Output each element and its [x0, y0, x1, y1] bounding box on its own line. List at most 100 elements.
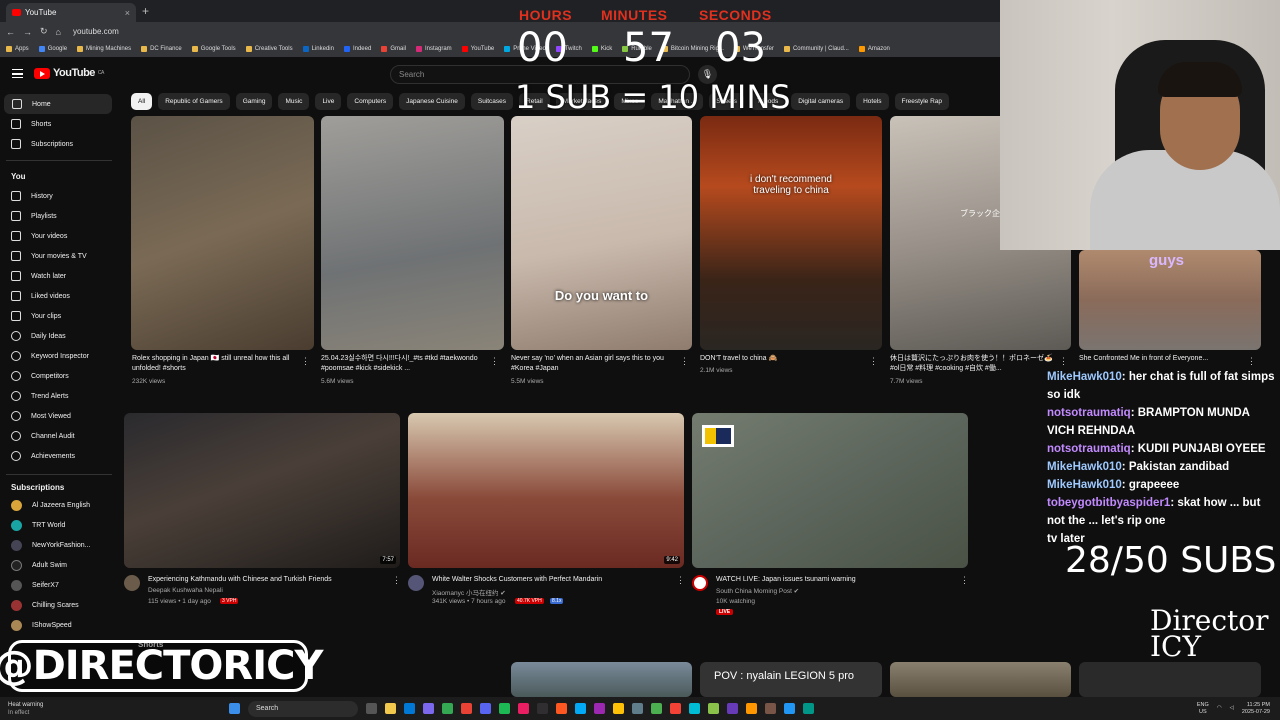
subscriptions-header[interactable]: Subscriptions [11, 483, 64, 492]
chip[interactable]: Freestyle Rap [894, 93, 949, 110]
bookmark[interactable]: Community | Claud... [783, 46, 849, 52]
more-options-icon[interactable]: ⋮ [1059, 356, 1068, 367]
channel-avatar[interactable] [692, 575, 708, 591]
app-icon[interactable] [575, 703, 586, 714]
app-icon[interactable] [765, 703, 776, 714]
bookmark[interactable]: Google [38, 46, 67, 52]
sidebar-sub-channel[interactable]: Chilling Scares [0, 595, 108, 615]
home-icon[interactable]: ⌂ [56, 27, 61, 37]
close-tab-icon[interactable]: × [125, 8, 130, 18]
menu-icon[interactable] [12, 69, 23, 78]
chip[interactable]: Gaming [235, 93, 273, 110]
bookmark[interactable]: Gmail [381, 46, 406, 52]
chip-all[interactable]: All [131, 93, 153, 110]
bookmark[interactable]: Indeed [343, 46, 371, 52]
reload-icon[interactable]: ↻ [40, 26, 48, 37]
forward-icon[interactable]: → [23, 27, 32, 37]
file-explorer-icon[interactable] [385, 703, 396, 714]
sidebar-sub-channel[interactable]: SeiferX7 [0, 575, 108, 595]
sidebar-sub-channel[interactable]: IShowSpeed [0, 615, 108, 635]
short-thumbnail[interactable]: Do you want to [511, 116, 692, 350]
more-options-icon[interactable]: ⋮ [1247, 356, 1256, 367]
more-options-icon[interactable]: ⋮ [869, 356, 878, 367]
app-icon[interactable] [651, 703, 662, 714]
channel-name[interactable]: South China Morning Post ✔ [716, 587, 799, 595]
sidebar-item-home[interactable]: Home [4, 94, 112, 114]
app-icon[interactable] [708, 703, 719, 714]
task-view-icon[interactable] [366, 703, 377, 714]
channel-avatar[interactable] [408, 575, 424, 591]
chip[interactable]: Music [278, 93, 310, 110]
app-icon[interactable] [423, 703, 434, 714]
browser-tab[interactable]: YouTube × [6, 3, 136, 22]
channel-name[interactable]: Deepak Kushwaha Nepali [148, 587, 223, 594]
app-icon[interactable] [803, 703, 814, 714]
more-options-icon[interactable]: ⋮ [392, 575, 401, 586]
short-thumbnail[interactable]: i don't recommend traveling to china [700, 116, 882, 350]
back-icon[interactable]: ← [6, 27, 15, 37]
app-icon[interactable] [784, 703, 795, 714]
sidebar-item-channel-audit[interactable]: Channel Audit [0, 426, 108, 446]
bookmark[interactable]: Instagram [416, 46, 452, 52]
short-thumbnail[interactable] [890, 662, 1071, 697]
new-tab-button[interactable]: + [142, 4, 149, 18]
sidebar-item-movies[interactable]: Your movies & TV [0, 246, 108, 266]
spotify-icon[interactable] [499, 703, 510, 714]
chip[interactable]: Suitcases [470, 93, 514, 110]
bookmark[interactable]: Apps [6, 46, 29, 52]
chip[interactable]: Live [315, 93, 342, 110]
video-thumbnail[interactable]: 7:57 [124, 413, 400, 568]
video-title[interactable]: WATCH LIVE: Japan issues tsunami warning [716, 575, 956, 585]
app-icon[interactable] [670, 703, 681, 714]
bookmark[interactable]: Mining Machines [77, 46, 131, 52]
app-icon[interactable] [594, 703, 605, 714]
edge-icon[interactable] [404, 703, 415, 714]
sidebar-item-daily-ideas[interactable]: Daily Ideas [0, 326, 108, 346]
short-title[interactable]: 休日は贅沢にたっぷりお肉を使う！！ポロネーゼ🍝 #ol日常 #料理 #cooki… [890, 354, 1055, 374]
sidebar-item-achievements[interactable]: Achievements [0, 446, 108, 466]
more-options-icon[interactable]: ⋮ [490, 356, 499, 367]
channel-name[interactable]: Xiaomanyc 小马在纽约 ✔ [432, 587, 506, 597]
sidebar-item-history[interactable]: History [0, 186, 108, 206]
video-thumbnail[interactable] [692, 413, 968, 568]
volume-icon[interactable]: ◁ [1230, 705, 1234, 712]
chip[interactable]: Computers [347, 93, 394, 110]
sidebar-sub-channel[interactable]: NewYorkFashion... [0, 535, 108, 555]
weather-widget[interactable]: Heat warning In effect [0, 701, 70, 717]
bookmark[interactable]: Google Tools [191, 46, 236, 52]
sidebar-item-playlists[interactable]: Playlists [0, 206, 108, 226]
sidebar-item-clips[interactable]: Your clips [0, 306, 108, 326]
chip[interactable]: Digital cameras [791, 93, 851, 110]
bookmark[interactable]: Amazon [858, 46, 890, 52]
sidebar-item-your-videos[interactable]: Your videos [0, 226, 108, 246]
more-options-icon[interactable]: ⋮ [676, 575, 685, 586]
sidebar-item-liked[interactable]: Liked videos [0, 286, 108, 306]
bookmark[interactable]: DC Finance [141, 46, 182, 52]
sidebar-item-watch-later[interactable]: Watch later [0, 266, 108, 286]
app-icon[interactable] [556, 703, 567, 714]
sidebar-item-trend-alerts[interactable]: Trend Alerts [0, 386, 108, 406]
short-title[interactable]: She Confronted Me in front of Everyone..… [1079, 354, 1244, 364]
short-title[interactable]: Never say 'no' when an Asian girl says t… [511, 354, 676, 374]
app-icon[interactable] [613, 703, 624, 714]
short-title[interactable]: DON'T travel to china 🙈 [700, 354, 865, 364]
obs-icon[interactable] [537, 703, 548, 714]
clock[interactable]: 11:25 PM 2025-07-29 [1242, 702, 1270, 716]
short-thumbnail[interactable] [321, 116, 504, 350]
video-title[interactable]: Experiencing Kathmandu with Chinese and … [148, 575, 388, 585]
sidebar-sub-channel[interactable]: Al Jazeera English [0, 495, 108, 515]
app-icon[interactable] [689, 703, 700, 714]
windows-start-icon[interactable] [229, 703, 240, 714]
chip[interactable]: Japanese Cuisine [399, 93, 465, 110]
app-icon[interactable] [727, 703, 738, 714]
more-options-icon[interactable]: ⋮ [301, 356, 310, 367]
short-title[interactable]: 25.04.23실수하면 다시!!!다시!_#ts #tkd #taekwond… [321, 354, 486, 374]
app-icon[interactable] [632, 703, 643, 714]
sidebar-item-most-viewed[interactable]: Most Viewed [0, 406, 108, 426]
chip[interactable]: Republic of Gamers [158, 93, 230, 110]
bookmark[interactable]: YouTube [461, 46, 494, 52]
app-icon[interactable] [518, 703, 529, 714]
bookmark[interactable]: Creative Tools [245, 46, 293, 52]
video-thumbnail[interactable]: 9:42 [408, 413, 684, 568]
short-thumbnail[interactable]: guys [1079, 250, 1261, 350]
